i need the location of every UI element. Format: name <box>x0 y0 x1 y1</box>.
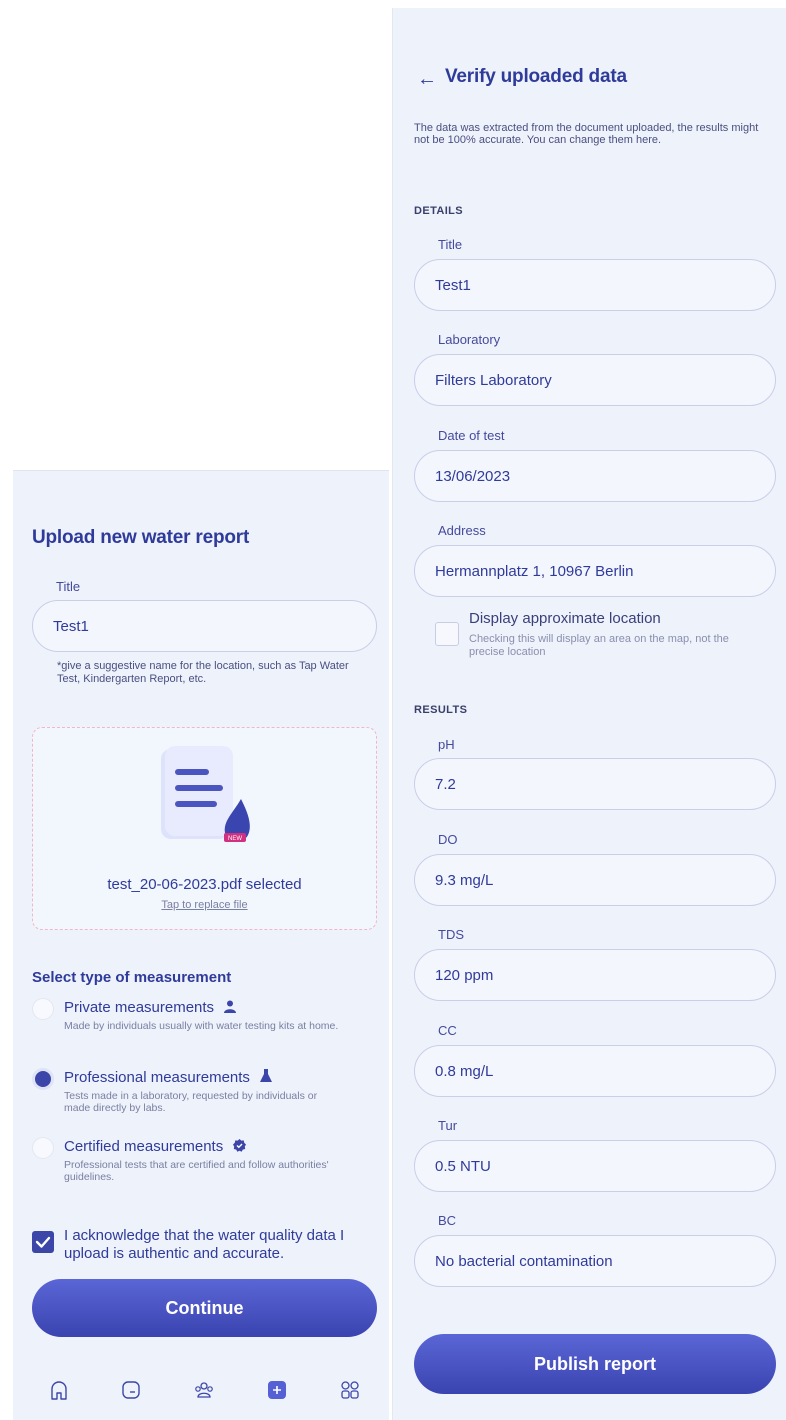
tds-input[interactable]: 120 ppm <box>414 949 776 1001</box>
option-description: Professional tests that are certified an… <box>64 1159 329 1183</box>
new-badge: NEW <box>228 836 242 842</box>
date-field-label: Date of test <box>438 428 505 443</box>
acknowledge-label: I acknowledge that the water quality dat… <box>64 1227 345 1262</box>
bottom-navigation <box>13 1367 389 1417</box>
ph-field-label: pH <box>438 737 455 752</box>
laboratory-field-label: Laboratory <box>438 332 501 347</box>
flask-icon <box>260 1069 273 1082</box>
apps-grid-icon[interactable] <box>337 1377 363 1403</box>
approximate-location-description: Checking this will display an area on th… <box>469 633 729 658</box>
do-input[interactable]: 9.3 mg/L <box>414 854 776 906</box>
page-title: Verify uploaded data <box>445 66 627 87</box>
turbidity-input[interactable]: 0.5 NTU <box>414 1140 776 1192</box>
title-field-label: Title <box>56 579 81 594</box>
radio-button[interactable] <box>32 998 54 1020</box>
tds-field-label: TDS <box>438 927 464 942</box>
home-icon[interactable] <box>46 1377 72 1403</box>
bc-field-label: BC <box>438 1213 457 1228</box>
verify-data-screen: ← Verify uploaded data The data was extr… <box>392 8 786 1420</box>
approximate-location-checkbox[interactable] <box>435 622 459 646</box>
radio-button[interactable] <box>32 1137 54 1159</box>
title-input[interactable]: Test1 <box>32 600 377 652</box>
file-upload-area[interactable]: NEW test_20-06-2023.pdf selected Tap to … <box>32 727 377 930</box>
continue-button[interactable]: Continue <box>32 1279 377 1337</box>
page-title: Upload new water report <box>32 527 250 548</box>
selected-file-name: test_20-06-2023.pdf selected <box>107 876 302 893</box>
address-field-label: Address <box>438 523 486 538</box>
person-icon <box>224 1000 237 1013</box>
results-caption: RESULTS <box>414 704 468 716</box>
publish-report-button[interactable]: Publish report <box>414 1334 776 1394</box>
verify-description: The data was extracted from the document… <box>414 122 759 146</box>
option-description: Made by individuals usually with water t… <box>64 1020 339 1032</box>
title-field-label: Title <box>438 237 463 252</box>
wallet-icon[interactable] <box>118 1377 144 1403</box>
bacterial-contamination-input[interactable]: No bacterial contamination <box>414 1235 776 1287</box>
date-of-test-input[interactable]: 13/06/2023 <box>414 450 776 502</box>
checkmark-icon <box>35 1236 51 1248</box>
do-field-label: DO <box>438 832 458 847</box>
ph-input[interactable]: 7.2 <box>414 758 776 810</box>
title-input[interactable]: Test1 <box>414 259 776 311</box>
tur-field-label: Tur <box>438 1118 458 1133</box>
measurement-type-heading: Select type of measurement <box>32 969 232 986</box>
add-report-icon[interactable] <box>264 1377 290 1403</box>
back-arrow-icon[interactable]: ← <box>417 68 437 91</box>
option-title: Professional measurements <box>64 1069 250 1086</box>
community-icon[interactable] <box>191 1377 217 1403</box>
laboratory-input[interactable]: Filters Laboratory <box>414 354 776 406</box>
option-title: Certified measurements <box>64 1138 224 1155</box>
cc-field-label: CC <box>438 1023 457 1038</box>
replace-file-link[interactable]: Tap to replace file <box>33 899 376 911</box>
approximate-location-label: Display approximate location <box>469 610 661 627</box>
title-hint: *give a suggestive name for the location… <box>57 660 349 685</box>
radio-button-selected[interactable] <box>32 1068 54 1090</box>
option-title: Private measurements <box>64 999 215 1016</box>
verified-badge-icon <box>233 1139 247 1152</box>
document-upload-icon: NEW <box>161 746 250 842</box>
details-caption: DETAILS <box>414 205 464 217</box>
acknowledge-checkbox[interactable] <box>32 1231 54 1253</box>
upload-report-screen: Upload new water report Title Test1 *giv… <box>13 470 389 1420</box>
cc-input[interactable]: 0.8 mg/L <box>414 1045 776 1097</box>
option-description: Tests made in a laboratory, requested by… <box>64 1090 318 1114</box>
address-input[interactable]: Hermannplatz 1, 10967 Berlin <box>414 545 776 597</box>
